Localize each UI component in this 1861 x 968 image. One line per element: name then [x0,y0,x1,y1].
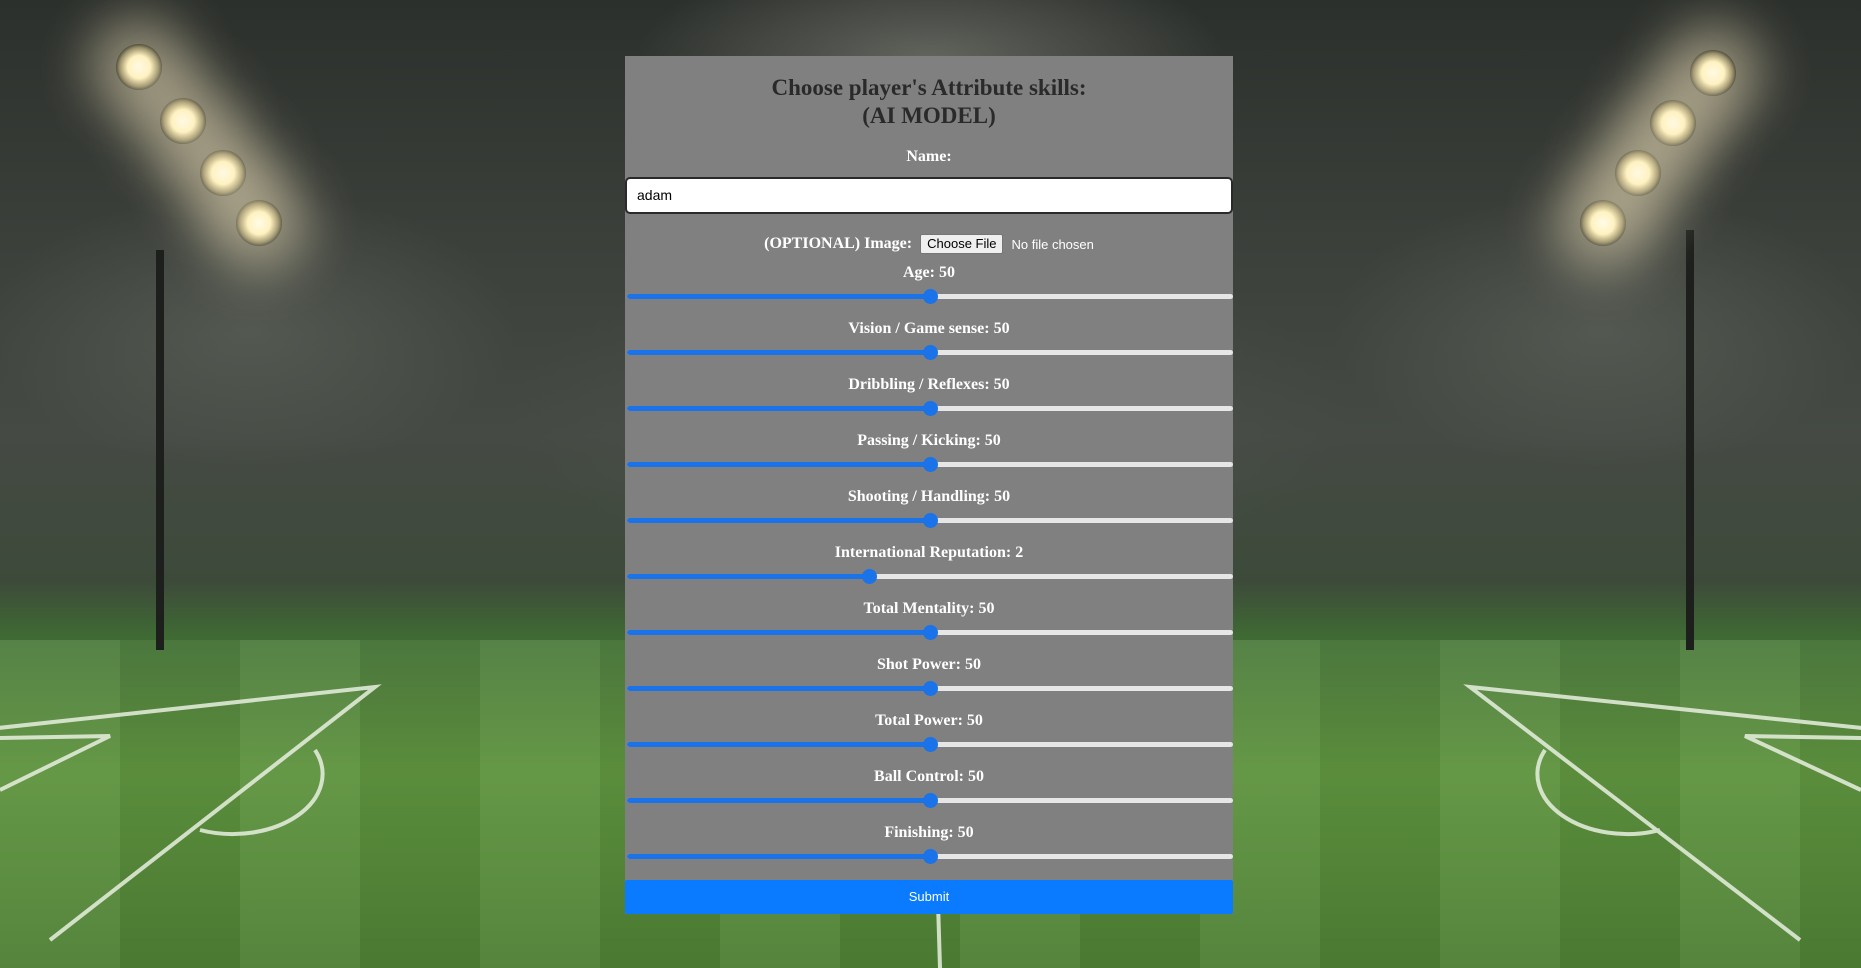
slider-label: Age: 50 [903,264,955,281]
attribute-slider[interactable] [627,625,1233,641]
slider-thumb[interactable] [923,737,938,752]
slider-thumb[interactable] [923,513,938,528]
slider-label: Shooting / Handling: 50 [847,488,1011,505]
slider-thumb[interactable] [923,289,938,304]
attribute-slider[interactable] [627,513,1233,529]
slider-fill [627,406,930,411]
slider-label: Ball Control: 50 [874,768,984,785]
right-floodlight-pole [1686,230,1694,650]
slider-fill [627,630,930,635]
slider-thumb[interactable] [923,681,938,696]
slider-thumb[interactable] [923,849,938,864]
slider-label: International Reputation: 2 [834,544,1024,561]
file-status-text: No file chosen [1011,236,1094,252]
slider-label: Passing / Kicking: 50 [857,432,1001,449]
slider-label: Dribbling / Reflexes: 50 [848,376,1010,393]
slider-label: Vision / Game sense: 50 [848,320,1010,337]
slider-label: Shot Power: 50 [877,656,981,673]
slider-fill [627,350,930,355]
attribute-slider[interactable] [627,569,1233,585]
slider-label: Finishing: 50 [884,824,974,841]
form-title: Choose player's Attribute skills: (AI MO… [625,74,1233,130]
slider-fill [627,294,930,299]
slider-fill [627,462,930,467]
name-input[interactable]: adam [625,177,1233,214]
slider-fill [627,798,930,803]
attribute-slider[interactable] [627,457,1233,473]
slider-fill [627,854,930,859]
attribute-slider[interactable] [627,737,1233,753]
slider-fill [627,742,930,747]
form-title-line-1: Choose player's Attribute skills: [771,75,1087,100]
name-label: Name: [906,148,952,165]
choose-file-button[interactable]: Choose File [920,234,1004,254]
slider-thumb[interactable] [923,625,938,640]
slider-label: Total Mentality: 50 [863,600,995,617]
slider-thumb[interactable] [862,569,878,584]
submit-button[interactable]: Submit [625,880,1233,914]
form-title-line-2: (AI MODEL) [862,103,996,128]
attribute-slider[interactable] [627,289,1233,305]
image-label: (OPTIONAL) Image: [764,235,913,252]
slider-thumb[interactable] [923,345,938,360]
attribute-slider[interactable] [627,849,1233,865]
attribute-slider[interactable] [627,793,1233,809]
slider-fill [627,686,930,691]
slider-fill [627,518,930,523]
slider-thumb[interactable] [923,457,938,472]
player-attributes-form: Choose player's Attribute skills: (AI MO… [625,56,1233,914]
attribute-slider[interactable] [627,681,1233,697]
attribute-slider[interactable] [627,345,1233,361]
slider-thumb[interactable] [923,793,938,808]
slider-fill [627,574,870,579]
left-floodlight-pole [156,250,164,650]
slider-thumb[interactable] [923,401,938,416]
attribute-slider[interactable] [627,401,1233,417]
image-upload-row: (OPTIONAL) Image: Choose File No file ch… [625,234,1233,258]
slider-label: Total Power: 50 [875,712,983,729]
